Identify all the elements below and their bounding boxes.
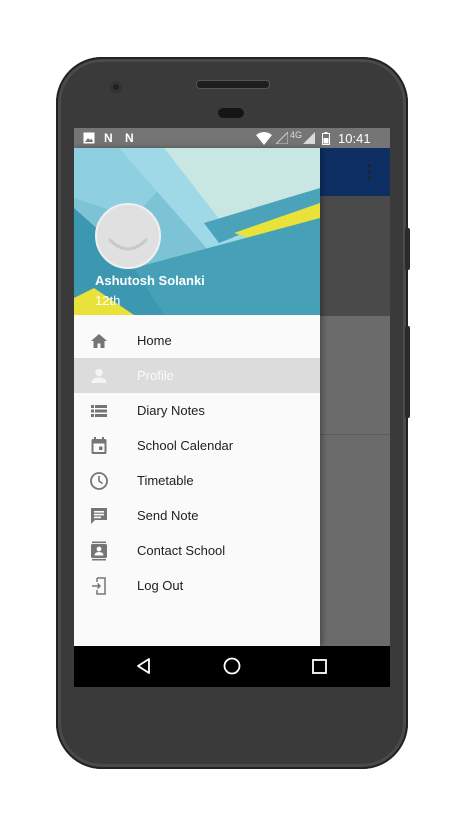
clock-time: 10:41 — [338, 130, 371, 146]
user-name: Ashutosh Solanki — [95, 273, 205, 288]
message-icon — [91, 508, 107, 524]
app-bar — [320, 148, 390, 196]
menu-item-log-out[interactable]: Log Out — [74, 568, 320, 603]
proximity-sensor — [218, 108, 244, 118]
avatar-placeholder-icon — [107, 237, 149, 251]
menu-label: School Calendar — [137, 438, 234, 453]
power-button — [405, 326, 410, 418]
menu-item-home[interactable]: Home — [74, 323, 320, 358]
logout-icon — [92, 577, 106, 595]
wifi-icon — [256, 131, 272, 145]
list-icon — [91, 405, 107, 417]
signal-icon — [276, 132, 288, 144]
recents-icon[interactable] — [312, 659, 327, 674]
gallery-icon — [83, 132, 95, 144]
menu-label: Timetable — [137, 473, 194, 488]
home-circle-icon[interactable] — [223, 657, 241, 675]
divider — [320, 434, 390, 435]
menu-label: Home — [137, 333, 172, 348]
user-class: 12th — [95, 293, 121, 308]
navigation-drawer: Ashutosh Solanki 12th Home Profile Diary… — [74, 148, 320, 646]
home-icon — [91, 334, 107, 348]
calendar-icon — [91, 437, 107, 454]
menu-item-timetable[interactable]: Timetable — [74, 463, 320, 498]
front-camera — [110, 81, 122, 93]
contact-icon — [91, 541, 107, 561]
content-area — [320, 316, 390, 646]
drawer-menu: Home Profile Diary Notes School Calendar… — [74, 323, 320, 603]
overflow-menu-icon[interactable] — [368, 164, 372, 180]
person-icon — [91, 368, 107, 383]
earpiece-speaker — [196, 80, 270, 89]
device-screen: N N 4G 10:41 Ashutosh Solanki 12th Home … — [74, 128, 390, 687]
navigation-bar — [74, 646, 390, 687]
menu-label: Send Note — [137, 508, 199, 523]
n-icon: N — [104, 131, 113, 145]
menu-item-school-calendar[interactable]: School Calendar — [74, 428, 320, 463]
menu-item-send-note[interactable]: Send Note — [74, 498, 320, 533]
menu-item-diary-notes[interactable]: Diary Notes — [74, 393, 320, 428]
menu-label: Diary Notes — [137, 403, 205, 418]
network-label: 4G — [290, 130, 303, 140]
content-panel — [320, 196, 390, 316]
drawer-header: Ashutosh Solanki 12th — [74, 148, 320, 315]
menu-label: Profile — [137, 368, 174, 383]
status-bar: N N 4G 10:41 — [74, 128, 390, 148]
menu-label: Contact School — [137, 543, 226, 558]
back-icon[interactable] — [136, 658, 152, 674]
battery-icon — [322, 131, 331, 145]
n-icon: N — [125, 131, 134, 145]
menu-label: Log Out — [137, 578, 184, 593]
volume-button — [405, 228, 410, 270]
status-right: 4G 10:41 — [256, 130, 371, 146]
clock-icon — [90, 472, 108, 490]
signal-strength-icon — [303, 132, 316, 144]
menu-item-contact-school[interactable]: Contact School — [74, 533, 320, 568]
menu-item-profile[interactable]: Profile — [74, 358, 320, 393]
avatar[interactable] — [95, 203, 161, 269]
